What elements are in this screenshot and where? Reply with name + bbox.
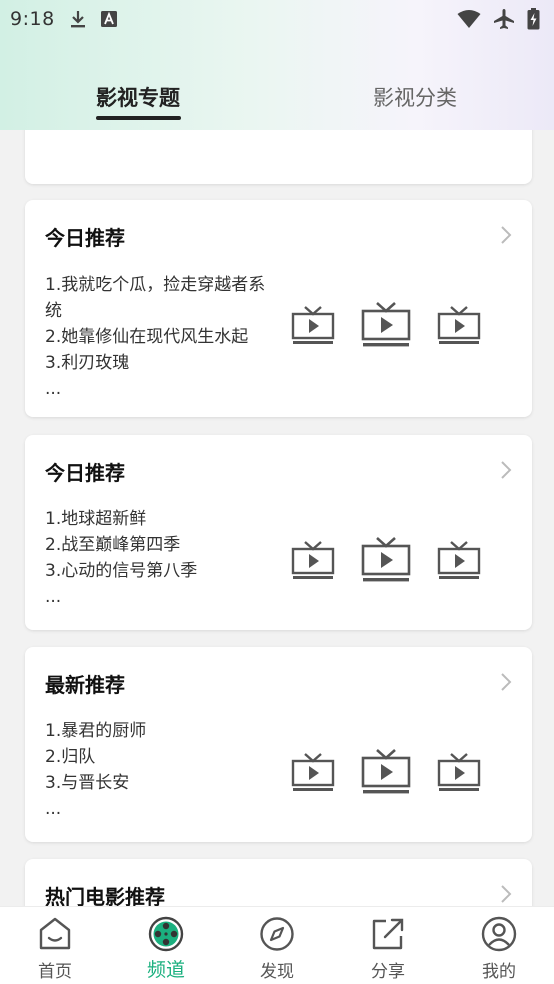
nav-label: 首页 xyxy=(38,962,72,982)
list-item: ... xyxy=(45,587,62,607)
keyboard-a-icon xyxy=(100,11,117,27)
list-item[interactable]: 1.我就吃个瓜，捡走穿越者系统 xyxy=(45,272,277,324)
list-item[interactable]: 2.战至巅峰第四季 xyxy=(45,532,277,558)
tab-film-categories[interactable]: 影视分类 xyxy=(373,82,457,112)
chevron-right-icon[interactable] xyxy=(498,459,514,481)
list-item[interactable]: 3.利刃玫瑰 xyxy=(45,350,277,376)
card-title: 最新推荐 xyxy=(45,673,125,697)
nav-channel[interactable]: 频道 xyxy=(126,915,206,982)
card-title: 热门电影推荐 xyxy=(45,885,165,906)
status-time: 9:18 xyxy=(10,8,55,30)
card-title: 今日推荐 xyxy=(45,226,125,250)
card-list: 1.暴君的厨师 2.归队 3.与晋长安 ... xyxy=(45,718,277,822)
tv-icon-row xyxy=(291,535,487,585)
tab-film-topics[interactable]: 影视专题 xyxy=(96,82,180,112)
nav-mine[interactable]: 我的 xyxy=(459,915,539,982)
nav-label: 分享 xyxy=(371,962,405,982)
share-icon xyxy=(372,918,404,950)
download-icon xyxy=(70,11,85,28)
topic-list[interactable]: 今日推荐 1.我就吃个瓜，捡走穿越者系统 2.她靠修仙在现代风生水起 3.利刃玫… xyxy=(0,130,554,906)
tv-icon xyxy=(361,302,411,347)
list-item[interactable]: 1.暴君的厨师 xyxy=(45,718,277,744)
nav-label: 频道 xyxy=(146,959,185,981)
chevron-right-icon[interactable] xyxy=(498,671,514,693)
tv-icon xyxy=(437,541,481,579)
card-list: 1.我就吃个瓜，捡走穿越者系统 2.她靠修仙在现代风生水起 3.利刃玫瑰 ... xyxy=(45,272,277,402)
active-tab-indicator xyxy=(96,116,181,120)
chevron-right-icon[interactable] xyxy=(498,883,514,905)
topic-card[interactable]: 今日推荐 1.我就吃个瓜，捡走穿越者系统 2.她靠修仙在现代风生水起 3.利刃玫… xyxy=(25,200,532,417)
film-reel-icon xyxy=(148,916,184,952)
top-tabs: 影视专题 影视分类 xyxy=(0,70,554,126)
card-title: 今日推荐 xyxy=(45,461,125,485)
user-icon xyxy=(481,916,517,952)
tv-icon-row xyxy=(291,747,487,797)
tv-icon xyxy=(291,306,335,344)
topic-card[interactable]: 最新推荐 1.暴君的厨师 2.归队 3.与晋长安 ... xyxy=(25,647,532,842)
list-item[interactable]: 1.地球超新鲜 xyxy=(45,506,277,532)
nav-label: 发现 xyxy=(260,962,294,982)
tv-icon xyxy=(291,753,335,791)
tv-icon xyxy=(437,306,481,344)
chevron-right-icon[interactable] xyxy=(498,224,514,246)
list-item[interactable]: 3.与晋长安 xyxy=(45,770,277,796)
tv-icon xyxy=(361,749,411,794)
wifi-icon xyxy=(457,10,481,28)
nav-share[interactable]: 分享 xyxy=(348,915,428,982)
airplane-icon xyxy=(494,9,514,29)
tv-icon-row xyxy=(291,300,487,350)
tv-icon xyxy=(361,537,411,582)
list-item[interactable]: 2.她靠修仙在现代风生水起 xyxy=(45,324,277,350)
compass-icon xyxy=(260,917,294,951)
list-item: ... xyxy=(45,799,62,819)
topic-card-partial[interactable] xyxy=(25,130,532,184)
nav-home[interactable]: 首页 xyxy=(15,915,95,982)
status-bar: 9:18 xyxy=(0,0,554,38)
home-face-icon xyxy=(39,917,71,950)
list-item[interactable]: 2.归队 xyxy=(45,744,277,770)
tv-icon xyxy=(437,753,481,791)
list-item: ... xyxy=(45,379,62,399)
list-item[interactable]: 3.心动的信号第八季 xyxy=(45,558,277,584)
tv-icon xyxy=(291,541,335,579)
nav-discover[interactable]: 发现 xyxy=(237,915,317,982)
nav-label: 我的 xyxy=(482,962,516,982)
topic-card[interactable]: 今日推荐 1.地球超新鲜 2.战至巅峰第四季 3.心动的信号第八季 ... xyxy=(25,435,532,630)
card-list: 1.地球超新鲜 2.战至巅峰第四季 3.心动的信号第八季 ... xyxy=(45,506,277,610)
battery-charging-icon xyxy=(527,8,540,30)
bottom-nav: 首页 频道 发现 分享 我的 xyxy=(0,906,554,984)
topic-card[interactable]: 热门电影推荐 xyxy=(25,859,532,906)
